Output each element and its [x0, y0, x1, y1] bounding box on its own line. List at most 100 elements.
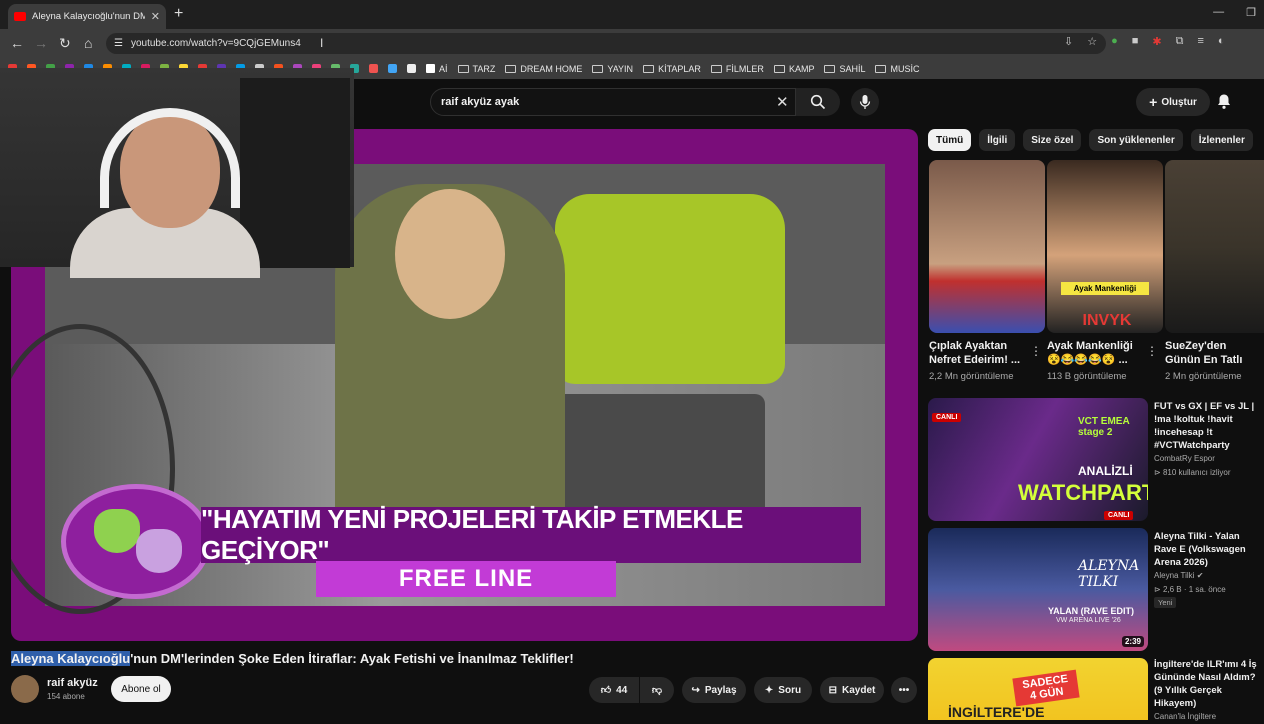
- search-input[interactable]: raif akyüz ayak: [430, 88, 796, 116]
- short-info-1[interactable]: Çıplak Ayaktan Nefret Edeirim! ... 2,2 M…: [929, 339, 1041, 382]
- related-info-3[interactable]: İngiltere'de ILR'ımı 4 İş Gününde Nasıl …: [1154, 658, 1264, 724]
- music-icon: ⊳: [1154, 585, 1163, 594]
- headphones: [100, 108, 240, 208]
- channel-name[interactable]: raif akyüz: [47, 677, 98, 689]
- bookmark-folder-kamp[interactable]: KAMP: [773, 64, 814, 74]
- vct-logo: VCT EMEA stage 2: [1078, 416, 1130, 438]
- share-icon: ↪: [691, 684, 700, 696]
- bookmark-folder-filmler[interactable]: FİLMLER: [710, 64, 764, 74]
- bookmark-favicon-icon[interactable]: [388, 64, 397, 73]
- related-channel: Canan'la İngiltere: [1154, 712, 1217, 721]
- short-menu-icon[interactable]: ⋮: [1030, 344, 1042, 358]
- bookmark-folder-kitaplar[interactable]: KİTAPLAR: [643, 64, 701, 74]
- install-icon[interactable]: ⇩: [1064, 35, 1073, 48]
- bell-icon: [1218, 94, 1230, 109]
- maximize-icon[interactable]: ❐: [1246, 6, 1256, 19]
- short-views: 2,2 Mn görüntüleme: [929, 371, 1014, 382]
- short-menu-icon[interactable]: ⋮: [1146, 344, 1158, 358]
- extensions-puzzle-icon[interactable]: ⧉: [1176, 35, 1184, 48]
- subscribe-button[interactable]: Abone ol: [111, 676, 171, 702]
- extension-red-icon[interactable]: ✱: [1152, 35, 1161, 48]
- search-button[interactable]: [796, 88, 840, 116]
- related-thumbnail-1[interactable]: CANLI VCT EMEA stage 2 ANALİZLİ WATCHPAR…: [928, 398, 1148, 521]
- folder-icon: [592, 64, 604, 73]
- site-info-icon[interactable]: ☰: [114, 38, 123, 49]
- create-button[interactable]: + Oluştur: [1136, 88, 1210, 116]
- forward-icon[interactable]: →: [34, 35, 48, 51]
- related-title: Aleyna Tilki - Yalan Rave E (Volkswagen …: [1154, 531, 1246, 568]
- green-cushion: [555, 194, 785, 384]
- related-channel: CombatRy Espor: [1154, 454, 1215, 463]
- related-thumbnail-2[interactable]: ALEYNA TILKI YALAN (RAVE EDIT) VW ARENA …: [928, 528, 1148, 651]
- chip-all[interactable]: Tümü: [928, 129, 972, 151]
- clear-search-icon[interactable]: ✕: [776, 93, 789, 111]
- voice-search-button[interactable]: [851, 88, 879, 116]
- related-thumbnail-3[interactable]: SADECE 4 GÜN İNGİLTERE'DE: [928, 658, 1148, 720]
- minimize-icon[interactable]: —: [1213, 6, 1224, 19]
- chip-related[interactable]: İlgili: [979, 129, 1016, 151]
- show-name-label: FREE LINE: [316, 561, 616, 597]
- thumbnail-text: WATCHPARTY: [1018, 480, 1148, 505]
- short-info-3[interactable]: SueZey'den Günün En Tatlı Videosu!... 2 …: [1165, 339, 1264, 382]
- bookmark-folder-tarz[interactable]: TARZ: [457, 64, 495, 74]
- short-info-2[interactable]: Ayak Mankenliği 😵😂😂😂😵 ... 113 B görüntül…: [1047, 339, 1147, 382]
- channel-avatar[interactable]: [11, 675, 39, 703]
- chip-watched[interactable]: İzlenenler: [1190, 129, 1253, 151]
- live-badge-label: CANLI: [932, 413, 962, 422]
- related-info-2[interactable]: Aleyna Tilki - Yalan Rave E (Volkswagen …: [1154, 530, 1264, 608]
- live-badge: CANLI: [932, 406, 962, 424]
- short-title: Ayak Mankenliği 😵😂😂😂😵 ...: [1047, 340, 1133, 366]
- short-views: 113 B görüntüleme: [1047, 371, 1127, 382]
- bookmark-favicon-icon: [426, 64, 435, 73]
- media-icon[interactable]: ≡: [1197, 35, 1203, 48]
- short-overlay-text: Ayak Mankenliği: [1061, 282, 1149, 295]
- browser-tab[interactable]: Aleyna Kalaycıoğlu'nun DM'lerind ✕: [8, 4, 166, 29]
- youtube-favicon-icon: [14, 12, 26, 21]
- related-meta: ⊳ 810 kullanıcı izliyor: [1154, 468, 1231, 477]
- extension-dark-icon[interactable]: ■: [1132, 35, 1139, 48]
- text-cursor-icon: I: [320, 36, 324, 50]
- reload-icon[interactable]: ↻: [59, 35, 71, 52]
- bookmark-folder-music[interactable]: MUSİC: [875, 64, 919, 74]
- short-views: 2 Mn görüntüleme: [1165, 371, 1242, 382]
- bookmark-star-icon[interactable]: ☆: [1087, 35, 1097, 48]
- subscriber-count: 154 abone: [47, 692, 85, 701]
- like-button[interactable]: 👍︎ 44: [589, 677, 639, 703]
- back-icon[interactable]: ←: [10, 35, 24, 51]
- related-info-1[interactable]: FUT vs GX | EF vs JL | !ma !koltuk !havi…: [1154, 400, 1264, 480]
- bookmark-folder-yayin[interactable]: YAYIN: [592, 64, 633, 74]
- webcam-overlay: [0, 68, 354, 278]
- short-title: SueZey'den Günün En Tatlı Videosu!...: [1165, 340, 1243, 366]
- bookmark-folder-ai[interactable]: Aİ: [426, 64, 448, 74]
- short-thumbnail-2[interactable]: Ayak Mankenliği INVYK: [1047, 160, 1163, 333]
- profile-icon[interactable]: ◐: [1218, 35, 1225, 48]
- short-thumbnail-3[interactable]: [1165, 160, 1264, 333]
- thumbnail-text: YALAN (RAVE EDIT): [1048, 606, 1135, 616]
- like-count: 44: [616, 684, 628, 696]
- bookmark-folder-dream-home[interactable]: DREAM HOME: [505, 64, 582, 74]
- home-icon[interactable]: ⌂: [84, 35, 92, 51]
- save-button[interactable]: ⊟ Kaydet: [820, 677, 884, 703]
- notifications-button[interactable]: [1216, 93, 1232, 115]
- ask-button[interactable]: ✦ Soru: [754, 677, 812, 703]
- extension-icons: ⇩ ☆ ● ■ ✱ ⧉ ≡ ◐: [1064, 35, 1225, 48]
- folder-icon: [875, 64, 887, 73]
- share-button[interactable]: ↪ Paylaş: [682, 677, 746, 703]
- more-horizontal-icon: •••: [898, 684, 910, 696]
- folder-icon: [824, 64, 836, 73]
- bookmark-folder-sahil[interactable]: SAHİL: [824, 64, 865, 74]
- close-tab-icon[interactable]: ✕: [151, 10, 160, 23]
- chip-for-you[interactable]: Size özel: [1023, 129, 1082, 151]
- extension-green-icon[interactable]: ●: [1111, 35, 1118, 48]
- bookmark-favicon-icon[interactable]: [407, 64, 416, 73]
- url-bar[interactable]: ☰ youtube.com/watch?v=9CQjGEMuns4: [106, 33, 1106, 54]
- short-thumbnail-1[interactable]: [929, 160, 1045, 333]
- chip-recently-uploaded[interactable]: Son yüklenenler: [1089, 129, 1183, 151]
- url-text: youtube.com/watch?v=9CQjGEMuns4: [130, 38, 301, 49]
- bookmark-favicon-icon[interactable]: [369, 64, 378, 73]
- short-title: Çıplak Ayaktan Nefret Edeirim! ...: [929, 340, 1021, 366]
- dislike-button[interactable]: 👎︎: [640, 677, 674, 703]
- short-overlay-logo: INVYK: [1082, 312, 1132, 329]
- new-tab-icon[interactable]: +: [174, 5, 183, 23]
- more-actions-button[interactable]: •••: [891, 677, 917, 703]
